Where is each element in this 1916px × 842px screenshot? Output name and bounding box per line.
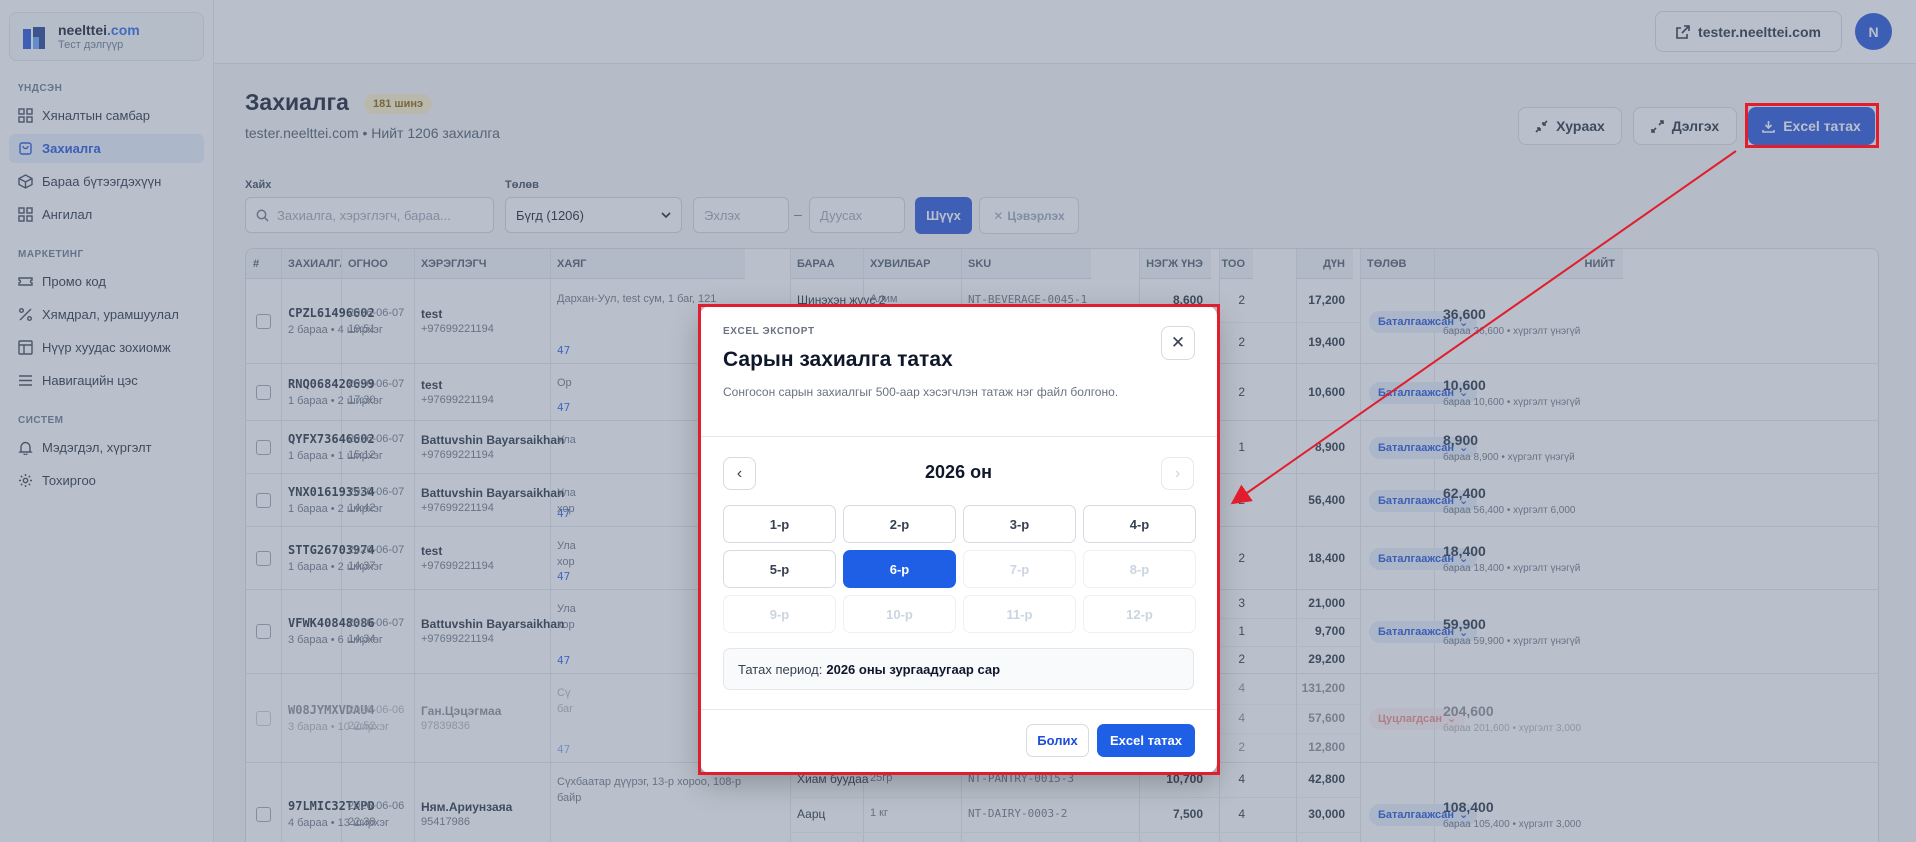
highlight-box-modal xyxy=(698,304,1220,775)
highlight-box-excel-button xyxy=(1745,103,1879,148)
modal-backdrop-sidebar xyxy=(0,0,214,842)
